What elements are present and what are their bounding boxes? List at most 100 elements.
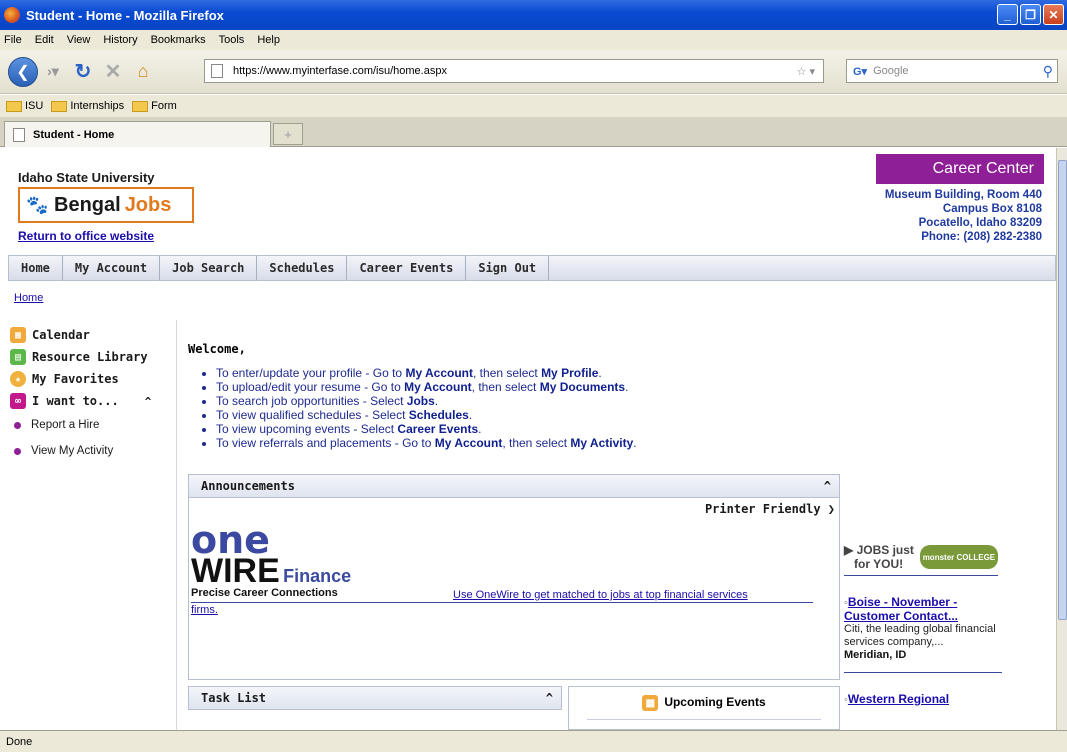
new-tab-button[interactable]: + — [273, 123, 303, 145]
reload-icon[interactable]: ↻ — [68, 57, 98, 87]
menu-tools[interactable]: Tools — [219, 34, 245, 46]
search-box[interactable]: G▾ Google ⚲ — [846, 59, 1058, 83]
link-icon: ∞ — [10, 393, 26, 409]
tasklist-header: Task List ^ — [188, 686, 562, 710]
job-description: Citi, the leading global financial servi… — [844, 623, 996, 648]
instruction-item: To enter/update your profile - Go to My … — [216, 366, 637, 380]
job-title-link[interactable]: Boise - November - — [848, 595, 957, 609]
divider — [844, 575, 998, 576]
instruction-item: To search job opportunities - Select Job… — [216, 394, 637, 408]
page-content: Idaho State University 🐾 Bengal Jobs Retu… — [0, 148, 1056, 730]
calendar-icon: ▦ — [10, 327, 26, 343]
scrollbar-thumb[interactable] — [1058, 160, 1067, 620]
return-link[interactable]: Return to office website — [18, 229, 198, 243]
menu-edit[interactable]: Edit — [35, 34, 54, 46]
left-navigation: ▦ Calendar ▤ Resource Library ★ My Favorite… — [10, 324, 175, 464]
maximize-button[interactable]: ❐ — [1020, 4, 1041, 25]
back-button[interactable]: ❮ — [8, 56, 38, 87]
menu-bar: File Edit View History Bookmarks Tools H… — [0, 30, 1067, 50]
bookmark-isu[interactable]: ISU — [6, 100, 43, 112]
leftnav-report-hire[interactable]: Report a Hire — [10, 412, 175, 438]
announcements-body: Printer Friendly ❯ one WIRE Finance Prec… — [188, 498, 840, 680]
divider — [191, 602, 813, 603]
instruction-item: To view referrals and placements - Go to… — [216, 436, 637, 450]
nav-sign-out[interactable]: Sign Out — [466, 255, 550, 281]
collapse-icon[interactable]: ^ — [546, 691, 553, 705]
collapse-icon[interactable]: ^ — [824, 479, 831, 493]
jobs-column: ▶ JOBS just for YOU! monster COLLEGE ◦Boi… — [844, 543, 1008, 707]
instruction-item: To upload/edit your resume - Go to My Ac… — [216, 380, 637, 394]
minimize-button[interactable]: _ — [997, 4, 1018, 25]
status-bar: Done — [0, 730, 1067, 752]
favorites-icon: ★ — [10, 371, 26, 387]
search-icon[interactable]: ⚲ — [1043, 63, 1053, 80]
tab-bar: Student - Home + — [0, 117, 1067, 147]
forward-button[interactable]: ›▾ — [38, 57, 68, 87]
job-title-link[interactable]: Western Regional — [848, 692, 949, 706]
leftnav-calendar[interactable]: ▦ Calendar — [10, 324, 175, 346]
folder-icon — [132, 100, 149, 112]
nav-job-search[interactable]: Job Search — [160, 255, 258, 281]
welcome-instructions: To enter/update your profile - Go to My … — [216, 366, 637, 450]
library-icon: ▤ — [10, 349, 26, 365]
url-bar[interactable]: https://www.myinterfase.com/isu/home.asp… — [204, 59, 824, 83]
window-titlebar: Student - Home - Mozilla Firefox _ ❐ ✕ — [0, 0, 1067, 30]
nav-my-account[interactable]: My Account — [63, 255, 161, 281]
instruction-item: To view upcoming events - Select Career … — [216, 422, 637, 436]
breadcrumb[interactable]: Home — [14, 292, 43, 304]
job-listing: ◦Boise - November - Customer Contact... … — [844, 596, 1008, 662]
menu-help[interactable]: Help — [257, 34, 280, 46]
left-divider — [176, 320, 177, 730]
folder-icon — [51, 100, 68, 112]
nav-career-events[interactable]: Career Events — [347, 255, 467, 281]
nav-home[interactable]: Home — [9, 255, 63, 281]
career-center-banner: Career Center — [876, 154, 1044, 184]
career-center-address: Museum Building, Room 440 Campus Box 810… — [884, 189, 1042, 243]
tab-student-home[interactable]: Student - Home — [4, 121, 271, 147]
menu-history[interactable]: History — [103, 34, 137, 46]
bookmarks-toolbar: ISU Internships Form — [0, 95, 1067, 117]
divider — [587, 719, 821, 720]
logo-isu: Idaho State University — [18, 170, 155, 185]
window-title: Student - Home - Mozilla Firefox — [26, 7, 224, 23]
job-listing: ◦Western Regional — [844, 692, 950, 707]
search-placeholder: Google — [873, 65, 909, 77]
bookmark-form[interactable]: Form — [132, 100, 177, 112]
printer-friendly-link[interactable]: Printer Friendly ❯ — [705, 502, 835, 516]
firefox-icon — [4, 7, 20, 23]
url-text: https://www.myinterfase.com/isu/home.asp… — [233, 65, 447, 77]
window-controls: _ ❐ ✕ — [997, 4, 1064, 25]
onewire-link-cont[interactable]: firms. — [191, 604, 218, 616]
page-icon — [13, 127, 25, 142]
menu-file[interactable]: File — [4, 34, 22, 46]
monster-jobs-banner[interactable]: ▶ JOBS just for YOU! monster COLLEGE — [844, 543, 1008, 571]
upcoming-events-header: ▦ Upcoming Events — [568, 686, 840, 730]
leftnav-view-activity[interactable]: View My Activity — [10, 438, 175, 464]
close-window-button[interactable]: ✕ — [1043, 4, 1064, 25]
google-icon: G▾ — [853, 65, 868, 78]
star-icon[interactable]: ☆ ▾ — [797, 65, 815, 78]
bullet-icon — [14, 447, 21, 455]
leftnav-i-want-to[interactable]: ∞ I want to... ^ — [10, 390, 175, 412]
job-title-link[interactable]: Customer Contact... — [844, 610, 1008, 623]
stop-icon[interactable]: ✕ — [98, 57, 128, 87]
job-location: Meridian, ID — [844, 649, 907, 661]
welcome-heading: Welcome, — [188, 342, 246, 356]
onewire-logo: one WIRE Finance Precise Career Connecti… — [191, 518, 352, 599]
leftnav-resource-library[interactable]: ▤ Resource Library — [10, 346, 175, 368]
announcements-header: Announcements ^ — [188, 474, 840, 498]
vertical-scrollbar[interactable] — [1056, 148, 1067, 730]
menu-view[interactable]: View — [67, 34, 91, 46]
bookmark-internships[interactable]: Internships — [51, 100, 124, 112]
logo-bengal-jobs: 🐾 Bengal Jobs — [18, 187, 194, 223]
nav-schedules[interactable]: Schedules — [257, 255, 348, 281]
page-icon — [211, 64, 223, 78]
paw-icon: 🐾 — [26, 195, 49, 215]
onewire-link[interactable]: Use OneWire to get matched to jobs at to… — [453, 589, 748, 601]
chevron-up-icon[interactable]: ^ — [145, 395, 152, 408]
instruction-item: To view qualified schedules - Select Sch… — [216, 408, 637, 422]
leftnav-my-favorites[interactable]: ★ My Favorites — [10, 368, 175, 390]
home-icon[interactable]: ⌂ — [128, 57, 158, 87]
menu-bookmarks[interactable]: Bookmarks — [151, 34, 206, 46]
monster-college-logo: monster COLLEGE — [919, 545, 998, 569]
